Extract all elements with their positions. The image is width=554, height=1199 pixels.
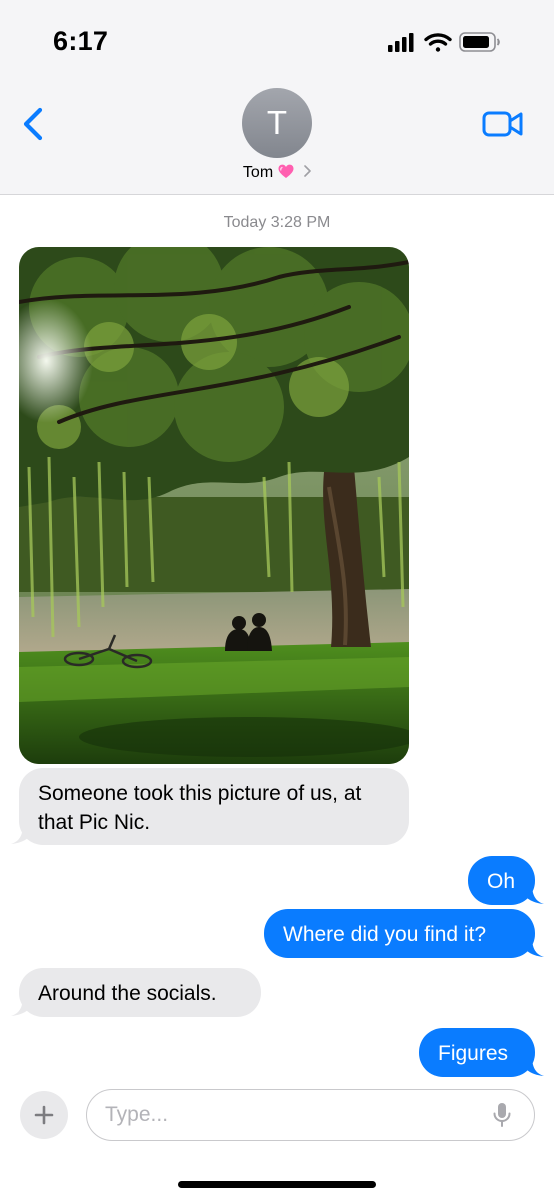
contact-name: Tom [242, 164, 274, 181]
back-button[interactable] [18, 104, 52, 144]
status-icons [388, 32, 500, 52]
chevron-right-icon [304, 165, 311, 177]
chevron-left-icon [23, 107, 43, 141]
message-input-field[interactable] [86, 1089, 535, 1141]
video-camera-icon [482, 111, 523, 137]
message-text: Oh [487, 870, 516, 893]
microphone-icon [493, 1103, 511, 1127]
photo-message[interactable] [19, 247, 409, 764]
message-text: Someone took this picture of us, at that… [38, 782, 362, 834]
message-input[interactable] [105, 1090, 485, 1139]
outgoing-message[interactable]: Oh [468, 856, 535, 905]
message-text: Where did you find it? [283, 923, 487, 946]
incoming-message[interactable]: Someone took this picture of us, at that… [19, 768, 409, 845]
contact-name-button[interactable]: Tom [0, 164, 554, 182]
add-attachment-button[interactable] [20, 1091, 68, 1139]
outgoing-message[interactable]: Where did you find it? [264, 909, 535, 958]
status-time: 6:17 [53, 26, 109, 56]
plus-icon [34, 1105, 54, 1125]
dictation-button[interactable] [492, 1102, 512, 1128]
wifi-icon [424, 33, 452, 52]
video-call-button[interactable] [482, 109, 524, 139]
incoming-message[interactable]: Around the socials. [19, 968, 261, 1017]
message-text: Figures [438, 1042, 509, 1065]
pink-heart-icon [278, 164, 294, 178]
message-text: Around the socials. [38, 982, 217, 1005]
cellular-signal-icon [388, 33, 414, 52]
park-photo [19, 247, 409, 764]
conversation-header: 6:17 T Tom [0, 0, 554, 195]
avatar[interactable]: T [242, 88, 312, 158]
message-composer [0, 1080, 554, 1199]
message-timestamp: Today 3:28 PM [223, 214, 331, 231]
outgoing-message[interactable]: Figures [419, 1028, 535, 1077]
home-indicator [178, 1181, 376, 1188]
battery-icon [459, 32, 500, 52]
